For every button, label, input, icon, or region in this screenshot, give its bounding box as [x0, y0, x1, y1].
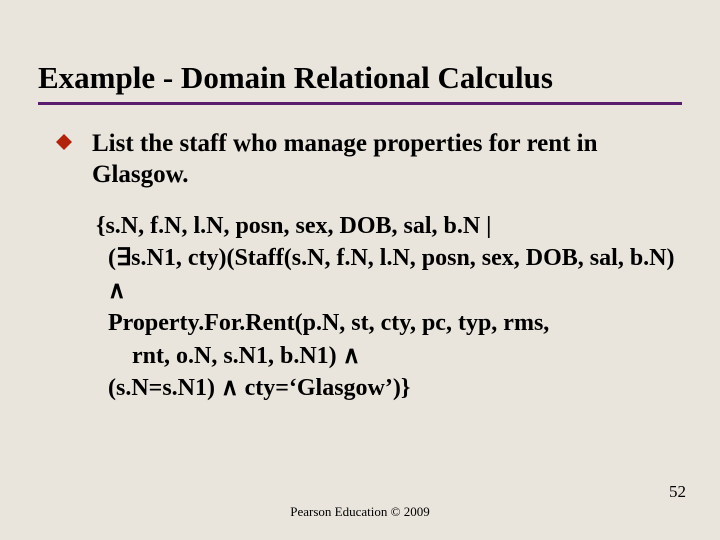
formula-block: {s.N, f.N, l.N, posn, sex, DOB, sal, b.N…: [96, 210, 696, 404]
title-underline: [38, 102, 682, 105]
slide-title: Example - Domain Relational Calculus: [38, 60, 553, 96]
page-number: 52: [669, 482, 686, 502]
footer-text: Pearson Education © 2009: [0, 504, 720, 520]
bullet-item: List the staff who manage properties for…: [56, 128, 676, 191]
formula-line: {s.N, f.N, l.N, posn, sex, DOB, sal, b.N…: [96, 213, 491, 239]
formula-line: (s.N=s.N1) ∧ cty=‘Glasgow’)}: [96, 372, 696, 404]
slide: Example - Domain Relational Calculus Lis…: [0, 0, 720, 540]
formula-line: (∃s.N1, cty)(Staff(s.N, f.N, l.N, posn, …: [96, 242, 696, 307]
formula-line: rnt, o.N, s.N1, b.N1) ∧: [96, 340, 696, 372]
diamond-bullet-icon: [56, 134, 72, 155]
formula-line: Property.For.Rent(p.N, st, cty, pc, typ,…: [96, 307, 696, 339]
bullet-text: List the staff who manage properties for…: [92, 128, 676, 191]
